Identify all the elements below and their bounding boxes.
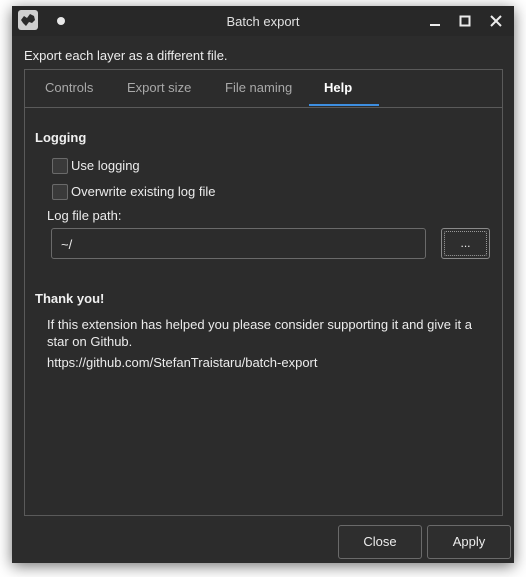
tab-controls[interactable]: Controls xyxy=(45,80,93,95)
github-link[interactable]: https://github.com/StefanTraistaru/batch… xyxy=(47,354,318,371)
thanks-text-line-1: If this extension has helped you please … xyxy=(47,317,472,332)
logging-heading: Logging xyxy=(35,130,87,145)
minimize-icon xyxy=(430,24,440,26)
batch-export-dialog: Batch export Export each layer as a diff… xyxy=(12,6,514,563)
close-button[interactable]: Close xyxy=(338,525,422,559)
tab-file-naming[interactable]: File naming xyxy=(225,80,292,95)
tab-help[interactable]: Help xyxy=(324,80,352,95)
use-logging-checkbox[interactable] xyxy=(52,158,68,174)
active-tab-indicator xyxy=(309,104,379,106)
close-icon xyxy=(490,15,502,27)
dialog-description: Export each layer as a different file. xyxy=(24,48,228,63)
focus-ring xyxy=(444,231,487,256)
log-path-label: Log file path: xyxy=(47,208,122,223)
tab-panel: Controls Export size File naming Help Lo… xyxy=(24,69,503,516)
thanks-text-line-2: star on Github. xyxy=(47,334,133,349)
log-path-input[interactable]: ~/ xyxy=(51,228,426,259)
maximize-button[interactable] xyxy=(455,11,475,31)
browse-button[interactable]: ... xyxy=(441,228,490,259)
use-logging-label[interactable]: Use logging xyxy=(71,158,140,173)
overwrite-log-checkbox[interactable] xyxy=(52,184,68,200)
thanks-heading: Thank you! xyxy=(35,291,105,306)
maximize-icon xyxy=(459,15,471,27)
title-bar: Batch export xyxy=(12,6,514,36)
tab-bar: Controls Export size File naming Help xyxy=(25,70,502,108)
minimize-button[interactable] xyxy=(425,11,445,31)
overwrite-log-label[interactable]: Overwrite existing log file xyxy=(71,184,216,199)
apply-button[interactable]: Apply xyxy=(427,525,511,559)
close-window-button[interactable] xyxy=(486,11,506,31)
tab-export-size[interactable]: Export size xyxy=(127,80,191,95)
